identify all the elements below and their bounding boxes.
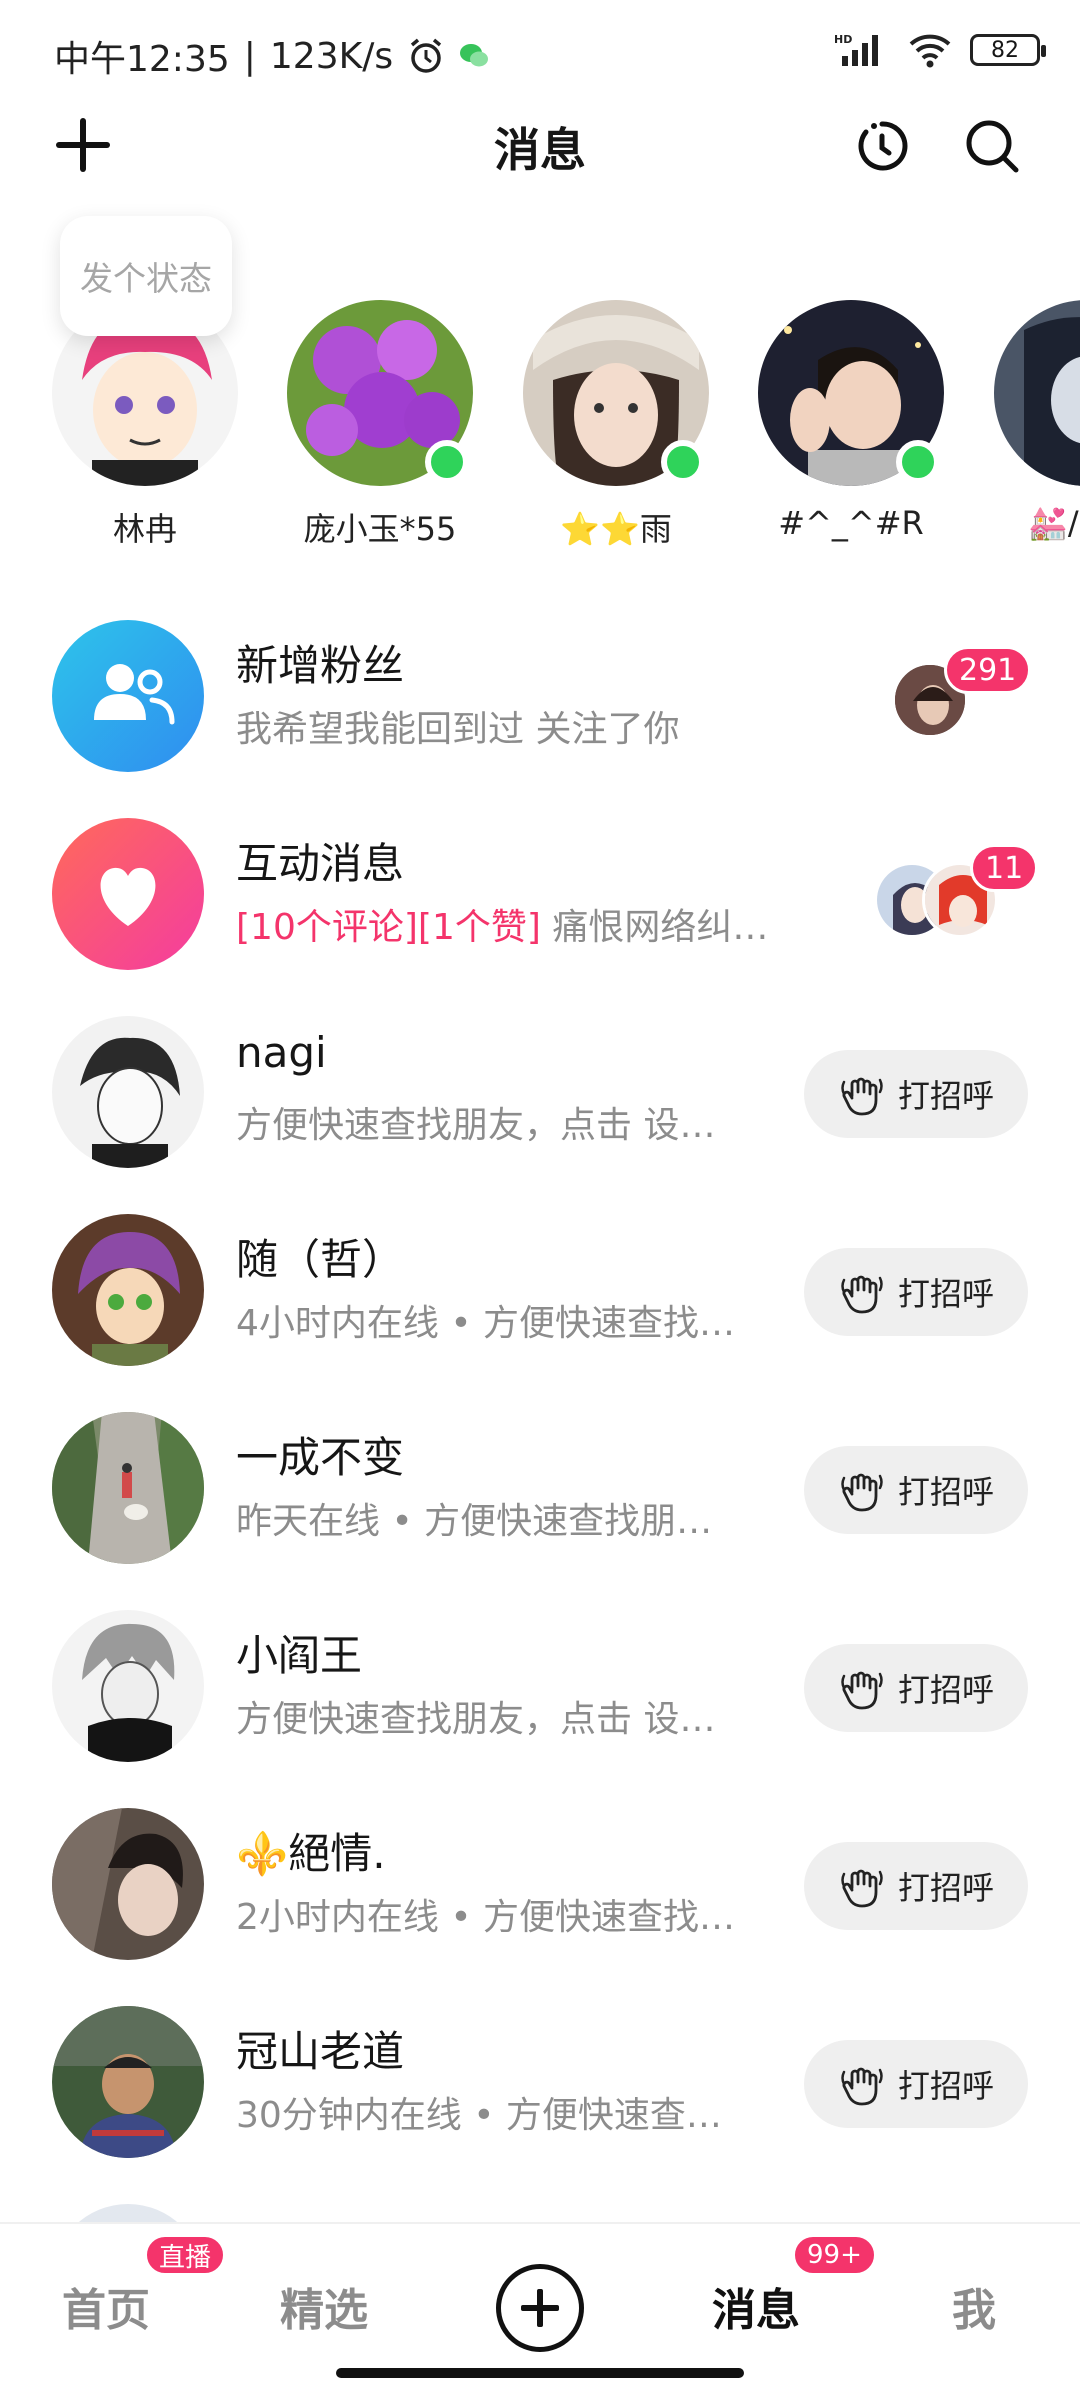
top-header: 消息 [0,100,1080,190]
contact-row[interactable]: 一成不变 昨天在线 • 方便快速查找朋… 打招呼 [0,1412,1080,1610]
online-indicator [661,440,705,484]
avatar [52,2006,204,2158]
greet-button[interactable]: 打招呼 [804,1842,1028,1930]
story-item[interactable]: #^_^#R [756,300,946,542]
story-name: 林冉 [112,510,177,548]
row-title: 新增粉丝 [236,641,405,690]
page-title: 消息 [494,123,586,177]
greet-label: 打招呼 [897,1473,994,1511]
home-indicator[interactable] [336,2368,744,2378]
interactions-row[interactable]: 互动消息 [10个评论][1个赞] 痛恨网络纠… 11 [0,818,1080,1016]
contact-subtitle: 2小时内在线 • 方便快速查找… [236,1897,736,1938]
svg-text:HD: HD [834,33,852,46]
stories-row: 林冉 庞小玉*55 ⭐⭐雨 #^_^#R 💒/ [0,300,1080,560]
contact-subtitle: 方便快速查找朋友，点击 设… [236,1699,716,1740]
nav-messages[interactable]: 消息 [712,2274,800,2338]
avatar [52,1808,204,1960]
wave-hand-icon [841,2067,883,2106]
interactions-icon-avatar [52,818,204,970]
greet-button[interactable]: 打招呼 [804,1644,1028,1732]
wave-hand-icon [841,1869,883,1908]
contact-subtitle: 4小时内在线 • 方便快速查找… [236,1303,736,1344]
online-indicator [896,440,940,484]
online-indicator [425,440,469,484]
contact-name: ⚜️絕情. [236,1829,386,1878]
contact-row[interactable]: ⚜️絕情. 2小时内在线 • 方便快速查找… 打招呼 [0,1808,1080,2006]
contact-subtitle: 昨天在线 • 方便快速查找朋… [236,1501,713,1542]
story-item[interactable]: 💒/ [992,300,1080,542]
row-subtitle-text: 痛恨网络纠… [540,907,769,948]
wave-hand-icon [841,1473,883,1512]
row-title: 互动消息 [236,839,405,888]
greet-label: 打招呼 [897,1869,994,1907]
contact-name: 小阎王 [236,1631,363,1680]
row-subtitle: 我希望我能回到过 关注了你 [236,709,680,750]
story-item[interactable]: 庞小玉*55 [285,300,475,550]
greet-label: 打招呼 [897,1275,994,1313]
new-fans-row[interactable]: 新增粉丝 我希望我能回到过 关注了你 291 [0,620,1080,818]
battery-indicator: 82 [970,34,1046,66]
wechat-icon [460,44,489,67]
status-divider: | [243,35,256,77]
row-subtitle: [10个评论][1个赞] 痛恨网络纠… [236,898,768,950]
greet-button[interactable]: 打招呼 [804,1248,1028,1336]
post-status-button[interactable]: 发个状态 [60,216,232,336]
history-icon[interactable] [852,116,912,176]
greet-label: 打招呼 [897,2067,994,2105]
alarm-icon [410,38,442,73]
signal-icon: HD [834,33,878,66]
nav-me[interactable]: 我 [952,2274,996,2338]
contact-subtitle: 方便快速查找朋友，点击 设… [236,1105,716,1146]
messages-badge: 99+ [792,2234,877,2276]
contact-subtitle: 30分钟内在线 • 方便快速查… [236,2095,722,2136]
contact-row[interactable]: 小阎王 方便快速查找朋友，点击 设… 打招呼 [0,1610,1080,1808]
greet-button[interactable]: 打招呼 [804,1446,1028,1534]
avatar [52,1016,204,1168]
live-badge: 直播 [144,2234,227,2276]
unread-badge: 11 [970,844,1039,892]
contact-name: 冠山老道 [236,2027,405,2076]
story-item[interactable]: 林冉 [50,300,240,550]
wave-hand-icon [841,1275,883,1314]
avatar [52,1412,204,1564]
contact-name: 一成不变 [236,1433,405,1482]
heart-icon [100,867,156,926]
contact-row[interactable]: nagi 方便快速查找朋友，点击 设… 打招呼 [0,1016,1080,1214]
contact-name: 随（哲） [236,1235,405,1284]
greet-label: 打招呼 [897,1671,994,1709]
story-name: #^_^#R [778,504,924,542]
story-name: 💒/ [1028,504,1079,542]
unread-badge: 291 [944,646,1032,694]
comment-like-count: [10个评论][1个赞] [236,907,541,948]
avatar [994,300,1080,486]
greet-button[interactable]: 打招呼 [804,2040,1028,2128]
story-name: 庞小玉*55 [303,510,457,548]
contact-name: nagi [236,1028,327,1077]
status-net-speed: 123K/s [269,35,394,77]
greet-label: 打招呼 [897,1077,994,1115]
status-bar: 中午12:35 | 123K/s HD 82 [0,0,1080,100]
wifi-icon [909,34,951,68]
story-name: ⭐⭐雨 [560,510,672,548]
contact-row[interactable]: 随（哲） 4小时内在线 • 方便快速查找… 打招呼 [0,1214,1080,1412]
wave-hand-icon [841,1077,883,1116]
search-icon[interactable] [962,116,1022,176]
contact-row[interactable]: 冠山老道 30分钟内在线 • 方便快速查… 打招呼 [0,2006,1080,2204]
story-item[interactable]: ⭐⭐雨 [521,300,711,550]
status-time: 中午12:35 [54,39,230,80]
avatar [52,1214,204,1366]
nav-featured[interactable]: 精选 [280,2274,368,2338]
users-icon [94,664,175,725]
bottom-nav: 首页 直播 精选 消息 99+ 我 [0,2222,1080,2400]
avatar [52,1610,204,1762]
fans-icon-avatar [52,620,204,772]
create-button[interactable] [496,2264,584,2352]
greet-button[interactable]: 打招呼 [804,1050,1028,1138]
nav-home[interactable]: 首页 [62,2274,150,2338]
wave-hand-icon [841,1671,883,1710]
